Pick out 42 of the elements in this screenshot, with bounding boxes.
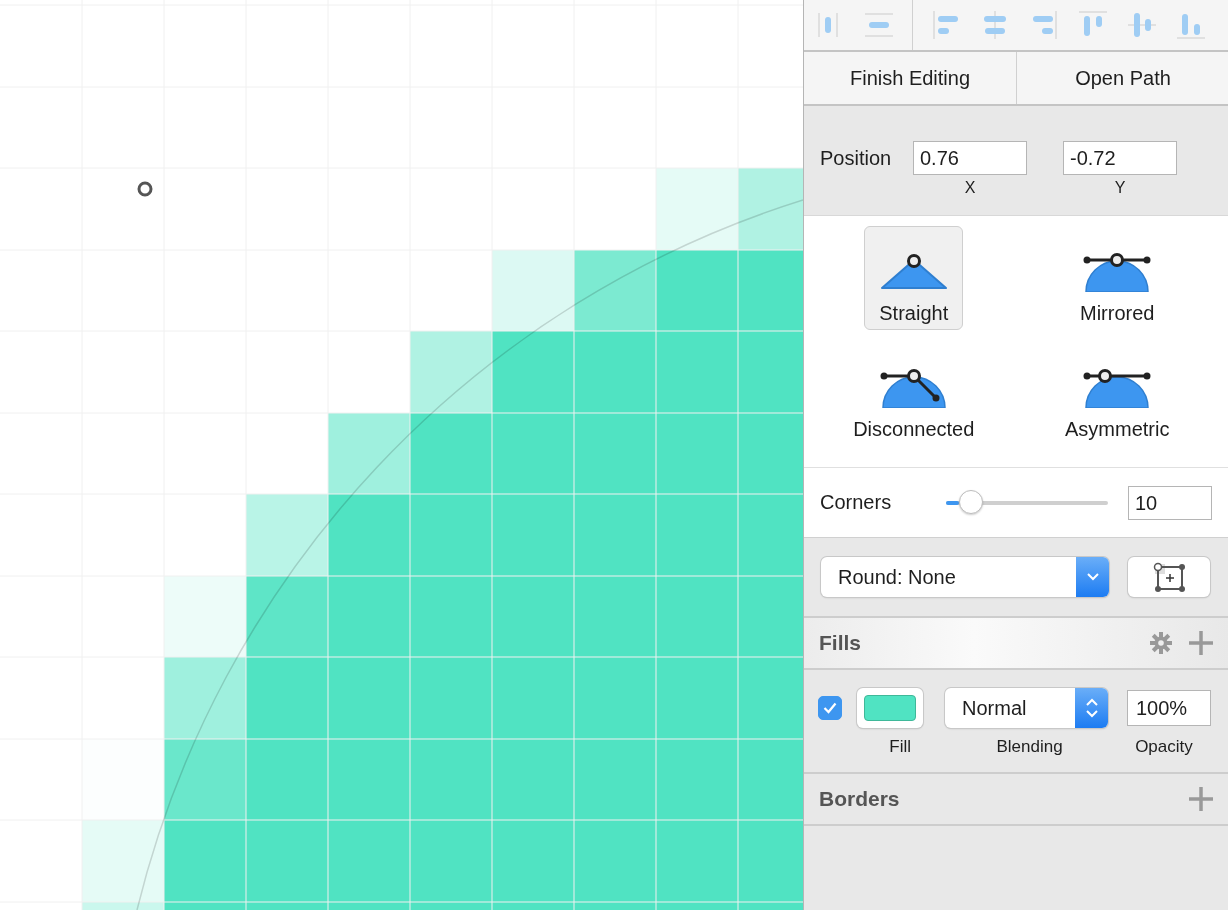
coordinate-field[interactable]: 0.76 (913, 141, 1027, 175)
point-type-option[interactable]: Mirrored (1065, 226, 1170, 330)
asymmetric-point-icon (1083, 368, 1152, 408)
point-type-option[interactable]: Straight (864, 226, 964, 330)
section-title: Fills (819, 631, 861, 655)
round-dropdown[interactable]: Round: None (821, 557, 1109, 597)
straight-point-icon (879, 252, 948, 292)
blending-dropdown[interactable]: Normal (945, 688, 1108, 728)
align-top-icon[interactable] (1079, 11, 1107, 39)
point-type-option[interactable]: Disconnected (838, 342, 990, 446)
field-caption: Blending (995, 737, 1064, 757)
field-caption: Fill (888, 737, 912, 757)
chevron-down-icon (1085, 572, 1100, 582)
control-point-handle[interactable] (137, 181, 153, 197)
align-middle-icon[interactable] (1128, 11, 1156, 39)
add-icon[interactable] (1189, 631, 1213, 655)
align-bottom-icon[interactable] (1177, 11, 1205, 39)
stepper-arrows-icon (1084, 697, 1099, 719)
frame-point-icon (1152, 562, 1186, 592)
coordinate-caption: Y (1114, 179, 1126, 197)
section-title: Borders (819, 787, 900, 811)
field-caption: Opacity (1134, 737, 1194, 757)
align-right-icon[interactable] (1030, 11, 1058, 39)
position-label: Position (820, 146, 893, 171)
color-swatch-button[interactable] (857, 688, 923, 728)
opacity-field[interactable]: 100% (1127, 690, 1211, 726)
point-type-option[interactable]: Asymmetric (1050, 342, 1185, 446)
mirrored-point-icon (1083, 252, 1152, 292)
fill-checkbox[interactable] (818, 696, 842, 720)
coordinate-field[interactable]: -0.72 (1063, 141, 1177, 175)
add-point-button[interactable] (1128, 557, 1210, 597)
corners-field[interactable]: 10 (1128, 485, 1212, 520)
slider-thumb[interactable] (958, 489, 983, 514)
disconnected-point-icon (879, 368, 948, 408)
align-left-icon[interactable] (932, 11, 960, 39)
distribute-vertical-icon[interactable] (865, 11, 893, 39)
align-center-icon[interactable] (981, 11, 1009, 39)
add-icon[interactable] (1189, 787, 1213, 811)
coordinate-caption: X (964, 179, 976, 197)
checkmark-icon (823, 702, 837, 714)
corners-label: Corners (820, 491, 893, 514)
settings-icon[interactable] (1150, 632, 1172, 654)
